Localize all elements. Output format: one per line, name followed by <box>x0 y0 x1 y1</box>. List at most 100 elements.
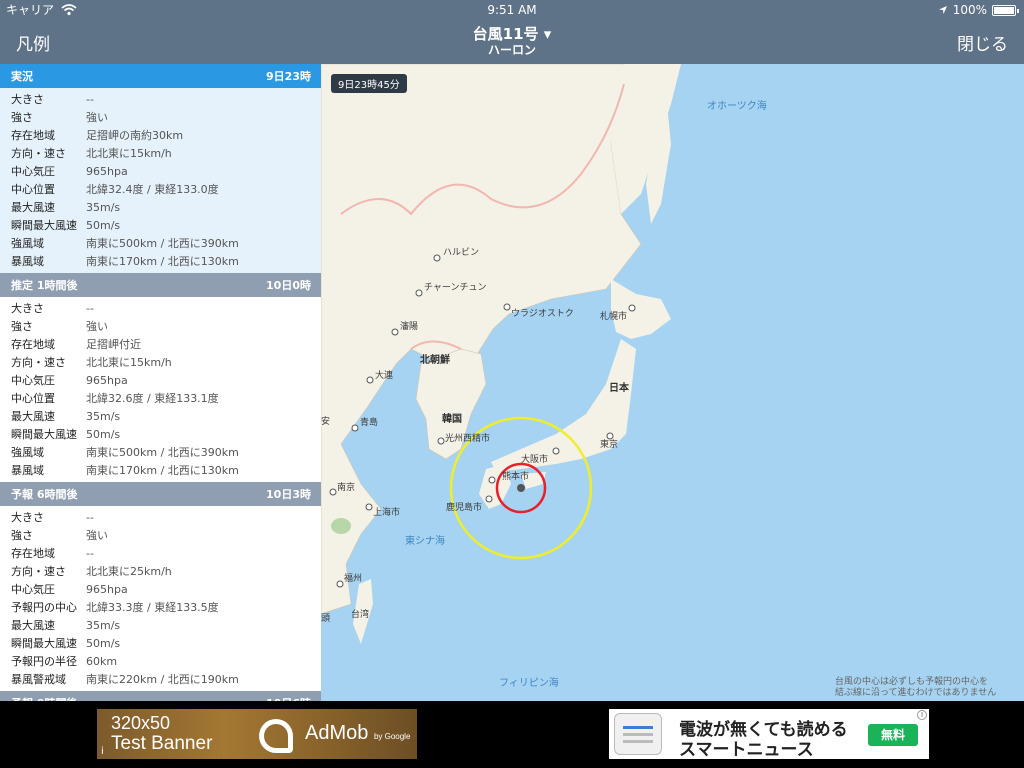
info-value: 北北東に25km/h <box>86 565 172 578</box>
free-install-button[interactable]: 無料 <box>868 724 918 746</box>
info-key: 方向・速さ <box>11 147 66 160</box>
section-title: 実況 <box>11 70 33 83</box>
info-row: 暴風警戒域 南東に220km / 北西に190km <box>0 670 321 688</box>
forecast-note-line1: 台風の中心は必ずしも予報円の中心を <box>835 675 988 687</box>
city-marker[interactable] <box>503 303 511 311</box>
info-row: 最大風速 35m/s <box>0 616 321 634</box>
green-area <box>331 518 351 534</box>
info-value: 60km <box>86 654 118 668</box>
label-korea: 韓国 <box>442 412 462 425</box>
info-row: 瞬間最大風速 50m/s <box>0 216 321 234</box>
section-header[interactable]: 予報 9時間後10日6時 <box>0 691 321 701</box>
label-xian: 安 <box>321 415 330 427</box>
city-marker[interactable] <box>336 580 344 588</box>
info-row: 大きさ -- <box>0 299 321 317</box>
section-time: 10日3時 <box>266 488 311 501</box>
info-row: 大きさ -- <box>0 508 321 526</box>
ad-info-icon[interactable]: i <box>917 710 927 720</box>
city-marker[interactable] <box>437 437 445 445</box>
city-marker[interactable] <box>485 495 493 503</box>
city-marker[interactable] <box>606 432 614 440</box>
info-row: 強風域 南東に500km / 北西に390km <box>0 234 321 252</box>
label-nanjing: 南京 <box>337 481 355 493</box>
info-value: 強い <box>86 529 108 542</box>
label-kumamoto: 熊本市 <box>502 470 529 482</box>
city-marker[interactable] <box>415 289 423 297</box>
info-key: 中心気圧 <box>11 583 55 596</box>
info-key: 強さ <box>11 320 33 333</box>
label-vladivostok: ウラジオストク <box>511 308 574 319</box>
info-row: 方向・速さ 北北東に15km/h <box>0 353 321 371</box>
info-row: 暴風域 南東に170km / 北西に130km <box>0 252 321 270</box>
section-header[interactable]: 推定 1時間後 10日0時 <box>0 273 321 297</box>
section-time: 10日0時 <box>266 279 311 292</box>
smartnews-app-icon <box>614 713 662 755</box>
label-osaka: 大阪市 <box>521 453 548 465</box>
info-row: 方向・速さ 北北東に25km/h <box>0 562 321 580</box>
info-value: 強い <box>86 320 108 333</box>
location-arrow-icon <box>938 6 947 14</box>
ad-app-name: スマートニュース <box>679 740 814 760</box>
label-japan: 日本 <box>609 381 630 394</box>
battery-percent: 100% <box>952 3 987 17</box>
info-key: 大きさ <box>11 511 44 524</box>
label-edge: 頭 <box>321 613 330 624</box>
label-seoul: 光州西精市 <box>445 432 490 444</box>
info-value: 南東に500km / 北西に390km <box>86 446 239 459</box>
label-shanghai: 上海市 <box>373 506 400 518</box>
info-row: 存在地域 足摺岬の南約30km <box>0 126 321 144</box>
typhoon-selector[interactable]: 台風11号 ▾ <box>0 26 1024 43</box>
info-value: 南東に220km / 北西に190km <box>86 673 239 686</box>
label-sapporo: 札幌市 <box>600 310 627 322</box>
typhoon-info-panel[interactable]: 実況 9日23時 大きさ -- 強さ 強い 存在地域 足摺岬の南約30km 方向・速さ 北北東に1… <box>0 64 321 701</box>
map-view[interactable]: オホーツク海 ハルビン チャーンチュン ウラジオストク 札幌市 瀋陽 北朝鮮 大… <box>321 64 1024 701</box>
city-marker[interactable] <box>329 488 337 496</box>
city-marker[interactable] <box>488 476 496 484</box>
city-marker[interactable] <box>365 503 373 511</box>
info-value: 北緯33.3度 / 東経133.5度 <box>86 601 219 614</box>
admob-test-banner[interactable]: 320x50 Test Banner AdMob by Google i <box>97 709 417 759</box>
section-header[interactable]: 実況 9日23時 <box>0 64 321 88</box>
map-canvas[interactable]: オホーツク海 ハルビン チャーンチュン ウラジオストク 札幌市 瀋陽 北朝鮮 大… <box>321 64 1024 701</box>
label-kagoshima: 鹿児島市 <box>446 501 482 513</box>
info-key: 大きさ <box>11 93 44 106</box>
info-row: 最大風速 35m/s <box>0 407 321 425</box>
info-value: 足摺岬付近 <box>86 338 141 351</box>
info-key: 方向・速さ <box>11 565 66 578</box>
info-key: 予報円の中心 <box>11 601 77 614</box>
section-time: 9日23時 <box>266 70 311 83</box>
info-key: 瞬間最大風速 <box>11 428 77 441</box>
info-value: 965hpa <box>86 164 128 178</box>
info-row: 強さ 強い <box>0 526 321 544</box>
admob-brand-text: AdMob <box>305 722 369 744</box>
info-key: 中心位置 <box>11 183 55 196</box>
close-button[interactable]: 閉じる <box>957 30 1008 55</box>
ad-bar: 320x50 Test Banner AdMob by Google i 電波が… <box>0 701 1024 768</box>
info-value: 南東に170km / 北西に130km <box>86 255 239 268</box>
smartnews-ad-banner[interactable]: 電波が無くても読める スマートニュース 無料 i <box>609 709 929 760</box>
typhoon-name: ハーロン <box>487 43 536 57</box>
info-key: 中心気圧 <box>11 374 55 387</box>
section-header[interactable]: 予報 6時間後 10日3時 <box>0 482 321 506</box>
info-key: 最大風速 <box>11 410 55 423</box>
status-right: 100% <box>938 2 1019 18</box>
city-marker[interactable] <box>552 447 560 455</box>
info-key: 方向・速さ <box>11 356 66 369</box>
status-time: 9:51 AM <box>487 3 537 17</box>
city-marker[interactable] <box>351 424 359 432</box>
info-value: 北北東に15km/h <box>86 147 172 160</box>
info-key: 存在地域 <box>11 547 55 560</box>
info-row: 最大風速 35m/s <box>0 198 321 216</box>
info-value: 南東に500km / 北西に390km <box>86 237 239 250</box>
city-marker[interactable] <box>628 304 636 312</box>
city-marker[interactable] <box>391 328 399 336</box>
forecast-note-line2: 結ぶ線に沿って進むわけではありません <box>835 686 996 698</box>
info-row: 中心気圧 965hpa <box>0 580 321 598</box>
info-key: 暴風域 <box>11 255 44 268</box>
info-key: 予報円の半径 <box>11 655 77 668</box>
city-marker[interactable] <box>433 254 441 262</box>
label-harbin: ハルビン <box>443 247 479 258</box>
ad-info-icon[interactable]: i <box>101 746 104 757</box>
city-marker[interactable] <box>366 376 374 384</box>
info-key: 最大風速 <box>11 201 55 214</box>
